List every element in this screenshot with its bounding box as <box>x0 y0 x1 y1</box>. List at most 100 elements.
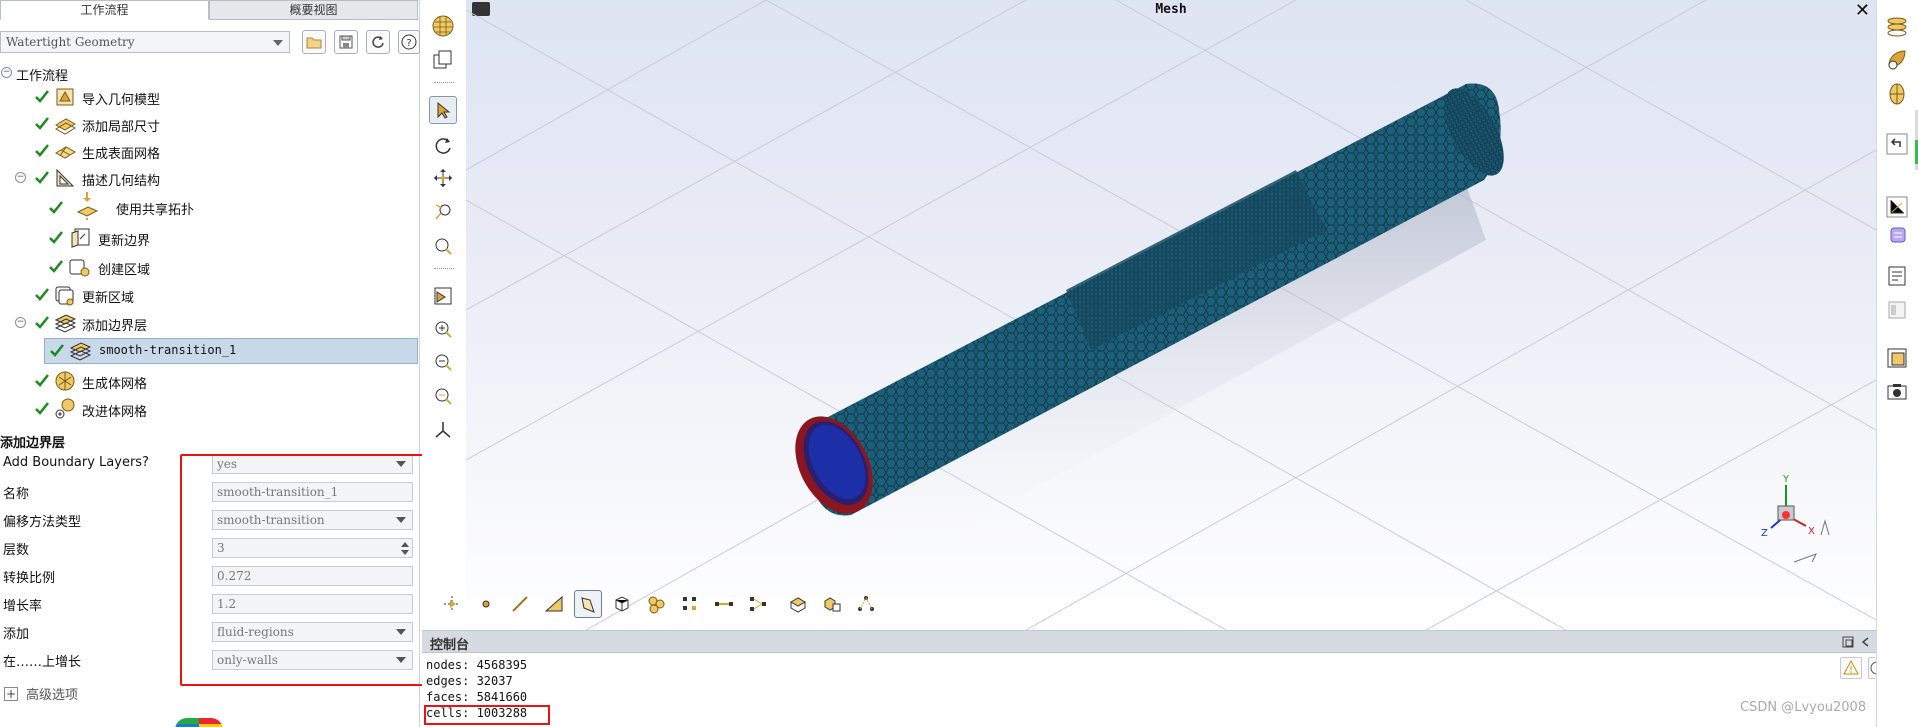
filter-smart-button[interactable] <box>438 590 466 618</box>
zoom-box-button[interactable] <box>429 232 457 260</box>
console-line: edges: 32037 <box>426 674 513 688</box>
right-toolbar <box>1876 0 1918 727</box>
copy-view-button[interactable] <box>1883 344 1911 372</box>
prop-label: 在……上增长 <box>3 655 82 670</box>
logo-icon <box>175 718 223 727</box>
console-line: faces: 5841660 <box>426 690 528 704</box>
tree-item-share-topology[interactable]: 使用共享拓扑 <box>0 192 420 222</box>
display-mesh-button[interactable] <box>1883 80 1911 108</box>
chart-axes-icon <box>1886 196 1908 218</box>
zoom-tool-button[interactable] <box>429 198 457 226</box>
display-options-button[interactable] <box>429 46 457 74</box>
chevron-down-icon <box>273 40 283 46</box>
display-surfaces-button[interactable] <box>1883 12 1911 40</box>
save-icon <box>339 35 353 49</box>
filter-point-button[interactable] <box>472 590 500 618</box>
tree-root[interactable]: − 工作流程 <box>0 60 420 86</box>
tree-item-describe-geometry[interactable]: − 描述几何结构 <box>0 165 420 191</box>
prop-label: 转换比例 <box>3 571 56 586</box>
fit-view-button[interactable] <box>429 282 457 310</box>
tree-item-label: 生成体网格 <box>82 377 148 392</box>
edge-icon <box>512 596 528 612</box>
tree-item-boundary-layers[interactable]: − 添加边界层 <box>0 310 420 336</box>
tree-item-surface-mesh[interactable]: 生成表面网格 <box>0 138 420 164</box>
refresh-button[interactable] <box>366 30 390 54</box>
filter-regions-button[interactable] <box>818 590 846 618</box>
tree-item-label: 使用共享拓扑 <box>116 203 195 218</box>
save-button[interactable] <box>334 30 358 54</box>
tab-outline-view[interactable]: 概要视图 <box>209 0 418 20</box>
tree-item-label: 添加局部尺寸 <box>82 120 161 135</box>
axis-y-label: Y <box>1782 474 1790 485</box>
undo-view-button[interactable] <box>1883 130 1911 158</box>
pan-tool-button[interactable] <box>429 164 457 192</box>
check-icon <box>35 144 49 157</box>
cell-zone-icon <box>789 597 807 613</box>
tree-item-smooth-transition[interactable]: smooth-transition_1 <box>44 338 418 364</box>
face-nodes-icon <box>750 597 766 611</box>
prop-label: 增长率 <box>3 599 43 614</box>
collapse-toggle-icon[interactable]: − <box>15 172 26 183</box>
check-icon <box>35 374 49 387</box>
graphics-viewport[interactable]: Mesh ✕ Y Z X <box>466 0 1876 630</box>
tree-item-update-regions[interactable]: 更新区域 <box>0 282 420 308</box>
tree-item-improve-mesh[interactable]: 改进体网格 <box>0 396 420 422</box>
tab-workflow[interactable]: 工作流程 <box>0 0 209 20</box>
axis-z-label: Z <box>1761 528 1768 539</box>
filter-edge-button[interactable] <box>506 590 534 618</box>
tree-item-update-boundaries[interactable]: 更新边界 <box>0 225 420 251</box>
display-leaf-button[interactable] <box>1883 46 1911 74</box>
zoom-fit-button[interactable] <box>429 382 457 410</box>
triangle-face-icon <box>544 595 563 612</box>
help-button[interactable]: ? <box>398 30 420 54</box>
copy-icon <box>1887 348 1907 368</box>
filter-node-button[interactable] <box>676 590 704 618</box>
edge-nodes-icon <box>715 602 733 606</box>
collapse-toggle-icon[interactable]: − <box>1 67 12 78</box>
volume-mesh-icon <box>55 371 75 391</box>
chevron-left-icon[interactable] <box>1860 636 1872 648</box>
import-geometry-icon <box>56 88 74 106</box>
mesh-display-button[interactable] <box>429 12 457 40</box>
zoom-in-button[interactable] <box>429 315 457 343</box>
float-window-icon[interactable] <box>1842 636 1854 648</box>
axes-orient-button[interactable] <box>429 416 457 444</box>
workflow-toolbar: Watertight Geometry ? <box>0 29 420 57</box>
properties-button[interactable] <box>1883 296 1911 324</box>
workflow-type-select[interactable]: Watertight Geometry <box>0 31 290 53</box>
tree-item-volume-mesh[interactable]: 生成体网格 <box>0 368 420 394</box>
filter-face-nodes-button[interactable] <box>744 590 772 618</box>
filter-cell-zones-button[interactable] <box>784 590 812 618</box>
plus-icon: + <box>4 686 18 701</box>
filter-cell-button[interactable] <box>574 590 602 618</box>
report-button[interactable] <box>1883 262 1911 290</box>
zoom-out-button[interactable] <box>429 348 457 376</box>
tree-item-local-sizing[interactable]: 添加局部尺寸 <box>0 111 420 137</box>
rotate-tool-button[interactable] <box>429 131 457 159</box>
filter-edge-nodes-button[interactable] <box>710 590 738 618</box>
check-icon <box>49 231 63 244</box>
plot-axes-button[interactable] <box>1883 193 1911 221</box>
collapse-toggle-icon[interactable]: − <box>15 317 26 328</box>
filter-body-button[interactable] <box>608 590 636 618</box>
screenshot-button[interactable] <box>1883 378 1911 406</box>
tree-item-create-regions[interactable]: 创建区域 <box>0 254 420 280</box>
select-tool-button[interactable] <box>429 96 457 124</box>
copy-windows-icon <box>433 50 452 69</box>
filter-objects-button[interactable] <box>852 590 880 618</box>
move-arrows-icon <box>434 169 452 187</box>
filter-face-button[interactable] <box>540 590 568 618</box>
warning-button[interactable] <box>1840 657 1862 679</box>
console-panel[interactable]: 控制台 nodes: 4568395 edges: 32037 faces: 5… <box>422 630 1876 727</box>
filter-zone-button[interactable] <box>642 590 670 618</box>
tree-item-import-geometry[interactable]: 导入几何模型 <box>0 84 420 110</box>
open-folder-button[interactable] <box>302 30 326 54</box>
layers-ellipse-icon <box>1887 17 1907 37</box>
info-button[interactable] <box>1868 657 1876 679</box>
advanced-options-toggle[interactable]: + 高级选项 <box>4 684 78 703</box>
tree-item-label: 更新边界 <box>98 234 151 249</box>
prop-label: 层数 <box>3 543 30 558</box>
annotation-button[interactable] <box>1883 222 1911 250</box>
watermark: CSDN @Lvyou2008 <box>1740 700 1867 715</box>
toolbar-grip <box>434 268 454 271</box>
